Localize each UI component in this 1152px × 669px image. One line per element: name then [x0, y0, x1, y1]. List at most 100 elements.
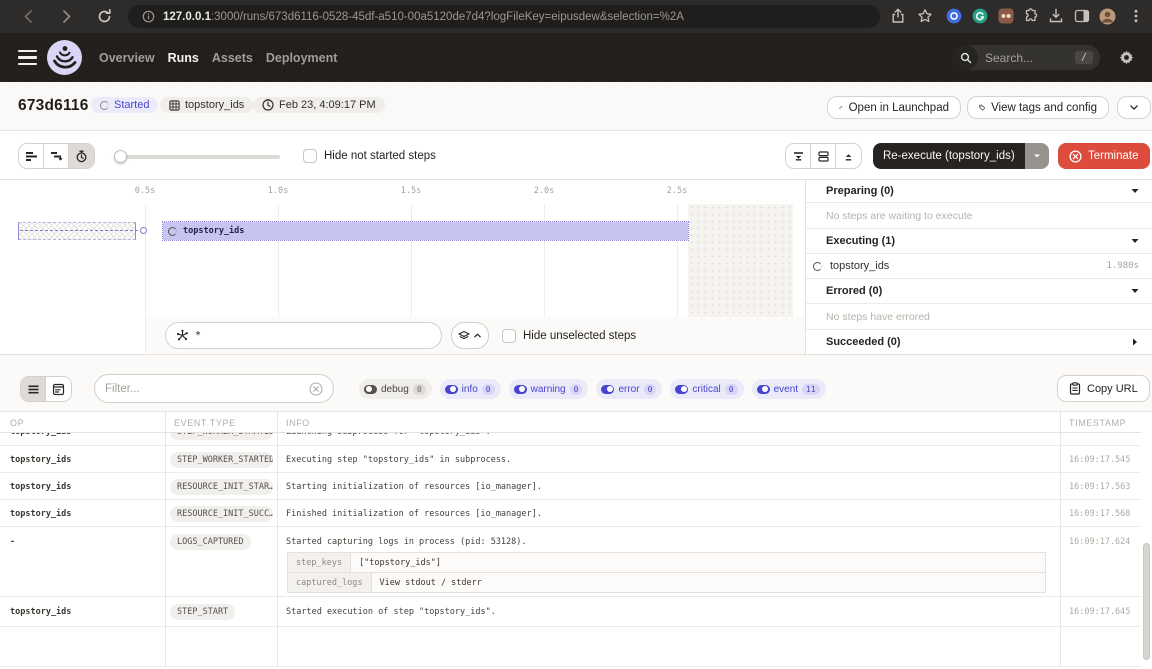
chip-count: 0 [482, 384, 495, 395]
executing-header-label: Executing (1) [826, 235, 895, 247]
layers-icon [458, 330, 470, 342]
chip-label: error [618, 384, 639, 395]
view-tags-config-label: View tags and config [991, 102, 1097, 114]
collapse-panel-down-button[interactable] [786, 144, 811, 168]
reexecute-button[interactable]: Re-execute (topstory_ids) [873, 143, 1025, 169]
executing-step-row[interactable]: topstory_ids 1.980s [806, 254, 1152, 279]
log-level-chip-debug[interactable]: debug 0 [359, 379, 432, 399]
chip-label: info [462, 384, 478, 395]
app-header: Overview Runs Assets Deployment Search..… [0, 33, 1152, 82]
share-icon[interactable] [890, 8, 906, 24]
clear-filter-icon[interactable] [309, 382, 323, 396]
hamburger-menu-icon[interactable] [18, 50, 37, 65]
extensions-puzzle-icon[interactable] [1023, 8, 1039, 24]
run-id: 673d6116 [18, 97, 89, 115]
profile-avatar[interactable] [1099, 8, 1116, 25]
panel-section-preparing[interactable]: Preparing (0) [806, 180, 1152, 203]
expand-panel-up-button[interactable] [836, 144, 861, 168]
terminate-button[interactable]: Terminate [1058, 143, 1150, 169]
chip-label: event [774, 384, 798, 395]
meta-key: step_keys [288, 553, 351, 572]
site-info-icon[interactable] [142, 10, 155, 23]
log-scrollbar-thumb[interactable] [1143, 543, 1150, 660]
run-actions-menu-button[interactable] [1117, 96, 1151, 119]
job-grid-icon [169, 100, 180, 111]
meta-value-link[interactable]: View stdout / stderr [372, 578, 490, 588]
gantt-waterfall-view-button[interactable] [44, 144, 69, 168]
back-icon[interactable] [20, 8, 37, 25]
col-header-timestamp: TIMESTAMP [1069, 418, 1126, 428]
clipboard-icon [1069, 382, 1081, 395]
preparing-chevron-icon [1130, 186, 1140, 196]
log-level-chip-warning[interactable]: warning 0 [509, 379, 589, 399]
extension-1password-icon[interactable] [946, 8, 962, 24]
copy-url-label: Copy URL [1087, 383, 1138, 395]
side-panel-icon[interactable] [1074, 8, 1090, 24]
log-row[interactable]: topstory_ids RESOURCE_INIT_STAR… Startin… [0, 473, 1141, 500]
run-time-label: Feb 23, 4:09:17 PM [279, 99, 376, 111]
reexecute-dropdown-button[interactable] [1025, 143, 1049, 169]
log-row[interactable]: topstory_ids STEP_WORKER_STARTI… Launchi… [0, 433, 1141, 446]
log-row[interactable]: topstory_ids STEP_WORKER_STARTED Executi… [0, 446, 1141, 473]
nav-runs[interactable]: Runs [168, 51, 199, 65]
log-level-chip-error[interactable]: error 0 [596, 379, 662, 399]
forward-icon[interactable] [58, 8, 75, 25]
split-panels-button[interactable] [811, 144, 836, 168]
global-search[interactable]: Search... / [953, 45, 1100, 70]
panel-section-executing[interactable]: Executing (1) [806, 229, 1152, 254]
search-placeholder: Search... [985, 51, 1075, 65]
log-timestamp: 16:09:17.563 [1069, 482, 1130, 492]
log-list-view-button[interactable] [21, 377, 46, 401]
log-timestamp: 16:09:17.568 [1069, 509, 1130, 519]
copy-url-button[interactable]: Copy URL [1057, 375, 1150, 402]
hide-unselected-checkbox[interactable] [502, 329, 516, 343]
job-tag[interactable]: topstory_ids [160, 97, 253, 113]
settings-gear-icon[interactable] [1119, 50, 1134, 65]
nav-overview[interactable]: Overview [99, 51, 155, 65]
axis-tick-2: 1.5s [401, 186, 421, 196]
log-meta-row: step_keys ["topstory_ids"] [287, 552, 1046, 573]
hide-not-started-checkbox[interactable] [303, 149, 317, 163]
log-level-chip-info[interactable]: info 0 [440, 379, 501, 399]
split-panels-icon [817, 150, 830, 163]
log-row[interactable]: topstory_ids RESOURCE_INIT_SUCC… Finishe… [0, 500, 1141, 527]
axis-tick-3: 2.0s [534, 186, 554, 196]
gantt-step-label: topstory_ids [183, 226, 244, 236]
extension-grammarly-icon[interactable] [972, 8, 988, 24]
log-structured-view-button[interactable] [46, 377, 71, 401]
log-filter-input[interactable]: Filter... [94, 374, 334, 403]
extension-meta-icon[interactable] [998, 8, 1014, 24]
step-zoom-menu-button[interactable] [451, 322, 489, 349]
browser-toolbar: 127.0.0.1:3000/runs/673d6116-0528-45df-a… [0, 0, 1152, 33]
bookmark-star-icon[interactable] [917, 8, 933, 24]
panel-section-errored[interactable]: Errored (0) [806, 279, 1152, 304]
zoom-slider-handle[interactable] [114, 150, 127, 163]
log-level-chip-event[interactable]: event 11 [752, 379, 826, 399]
nav-deployment[interactable]: Deployment [266, 51, 338, 65]
gantt-step-bar[interactable]: topstory_ids [163, 222, 688, 240]
run-status-badge: Started [91, 97, 158, 113]
open-in-launchpad-button[interactable]: Open in Launchpad [827, 96, 961, 119]
chip-label: warning [531, 384, 566, 395]
dagster-logo[interactable] [46, 39, 83, 76]
log-row[interactable]: topstory_ids STEP_START Started executio… [0, 597, 1141, 627]
chip-count: 0 [644, 384, 657, 395]
nav-assets[interactable]: Assets [212, 51, 253, 65]
errored-empty-label: No steps have errored [826, 311, 930, 323]
downloads-icon[interactable] [1048, 8, 1064, 24]
col-header-event-type: EVENT TYPE [174, 418, 236, 428]
step-selector-input[interactable]: * [165, 322, 442, 349]
log-op: topstory_ids [10, 509, 71, 519]
log-row[interactable]: - LOGS_CAPTURED Started capturing logs i… [0, 527, 1141, 597]
gantt-zoom-slider[interactable] [115, 155, 280, 159]
panel-section-succeeded[interactable]: Succeeded (0) [806, 330, 1152, 354]
gantt-flat-view-button[interactable] [19, 144, 44, 168]
url-bar[interactable]: 127.0.0.1:3000/runs/673d6116-0528-45df-a… [128, 5, 880, 28]
log-op: topstory_ids [10, 455, 71, 465]
view-tags-config-button[interactable]: View tags and config [967, 96, 1109, 119]
log-level-chip-critical[interactable]: critical 0 [670, 379, 743, 399]
preparing-empty-label: No steps are waiting to execute [826, 210, 973, 222]
browser-menu-kebab-icon[interactable] [1128, 8, 1144, 24]
reload-icon[interactable] [96, 8, 113, 25]
gantt-timed-view-button[interactable] [69, 144, 94, 168]
